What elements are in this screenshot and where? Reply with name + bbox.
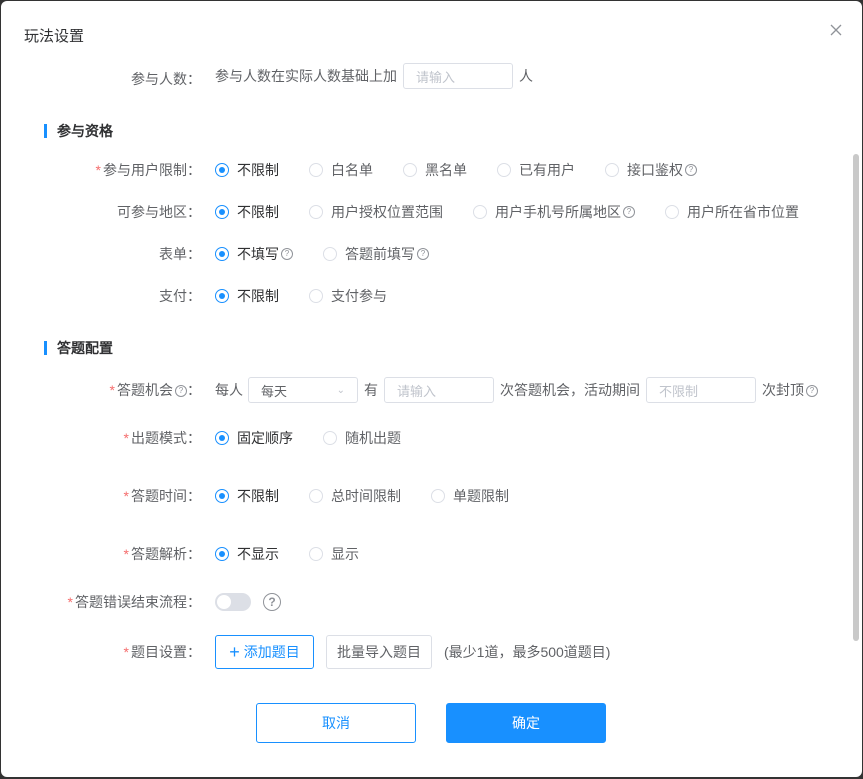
dialog-title: 玩法设置 [24,28,85,45]
question-circle-icon[interactable]: ? [685,164,697,176]
questions-hint: (最少1道，最多500道题目) [444,644,611,660]
radio-existing-users[interactable]: 已有用户 [497,160,575,180]
chevron-down-icon: ⌄ [336,384,345,396]
participant-count-label: 参与人数： [131,71,201,87]
question-circle-icon[interactable]: ? [263,593,281,611]
user-limit-row: * 参与用户限制： 不限制 白名单 黑名单 已有用户 接口鉴权? [1,156,851,184]
chances-prefix: 每人 [215,382,243,398]
radio-payment-unlimited[interactable]: 不限制 [215,286,279,306]
radio-blacklist[interactable]: 黑名单 [403,160,467,180]
questions-label: * 题目设置： [123,644,201,660]
section-title: 答题配置 [57,340,113,356]
radio-time-unlimited[interactable]: 不限制 [215,486,279,506]
bulk-import-button[interactable]: 批量导入题目 [326,635,432,669]
chances-cap-input[interactable]: 不限制 [646,377,756,403]
period-select[interactable]: 每天 ⌄ [248,377,358,403]
radio-analysis-hide[interactable]: 不显示 [215,544,279,564]
participant-count-text: 参与人数在实际人数基础上加 [215,68,397,84]
radio-mode-random[interactable]: 随机出题 [323,428,401,448]
dialog-body[interactable]: 参与人数： 参与人数在实际人数基础上加 请输入 人 参与资格 * 参与用户限制： … [1,63,862,681]
user-limit-label: * 参与用户限制： [95,162,201,178]
radio-time-total[interactable]: 总时间限制 [309,486,401,506]
close-icon[interactable] [828,22,844,38]
question-circle-icon[interactable]: ? [806,385,818,398]
radio-form-before[interactable]: 答题前填写? [323,244,429,264]
chances-cap-suffix: 次封顶? [762,380,818,400]
analysis-label: * 答题解析： [123,546,201,562]
form-row: 表单： 不填写? 答题前填写? [1,240,851,268]
time-label: * 答题时间： [123,488,201,504]
participant-count-input[interactable]: 请输入 [403,63,513,89]
chances-count-input[interactable]: 请输入 [384,377,494,403]
wrong-end-label: * 答题错误结束流程： [67,594,201,610]
radio-analysis-show[interactable]: 显示 [309,544,359,564]
questions-row: * 题目设置： + 添加题目 批量导入题目 (最少1道，最多500道题目) [1,635,851,669]
question-circle-icon[interactable]: ? [281,248,293,260]
chances-label: * 答题机会?： [109,382,201,398]
chances-row: * 答题机会?： 每人 每天 ⌄ 有 请输入 次答题机会，活动期间 不限制 次封顶? [1,376,851,404]
question-circle-icon[interactable]: ? [417,248,429,260]
mode-label: * 出题模式： [123,430,201,446]
payment-row: 支付： 不限制 支付参与 [1,282,851,310]
radio-region-auth-location[interactable]: 用户授权位置范围 [309,202,443,222]
confirm-button[interactable]: 确定 [446,703,606,743]
wrong-end-row: * 答题错误结束流程： ? [1,588,851,616]
section-title: 参与资格 [57,123,113,139]
radio-time-single[interactable]: 单题限制 [431,486,509,506]
radio-region-phone[interactable]: 用户手机号所属地区? [473,202,635,222]
time-row: * 答题时间： 不限制 总时间限制 单题限制 [1,482,851,510]
section-quiz: 答题配置 [44,340,113,356]
cancel-button[interactable]: 取消 [256,703,416,743]
radio-unlimited[interactable]: 不限制 [215,160,279,180]
analysis-row: * 答题解析： 不显示 显示 [1,540,851,568]
question-circle-icon[interactable]: ? [623,206,635,218]
add-question-button[interactable]: + 添加题目 [215,635,314,669]
participant-count-unit: 人 [519,68,533,84]
radio-region-province[interactable]: 用户所在省市位置 [665,202,799,222]
region-row: 可参与地区： 不限制 用户授权位置范围 用户手机号所属地区? 用户所在省市位置 [1,198,851,226]
mode-row: * 出题模式： 固定顺序 随机出题 [1,424,851,452]
radio-api-auth[interactable]: 接口鉴权? [605,160,697,180]
payment-label: 支付： [159,288,201,304]
play-settings-dialog: 玩法设置 参与人数： 参与人数在实际人数基础上加 请输入 人 参与资格 * 参与用… [1,1,862,777]
form-label: 表单： [159,246,201,262]
radio-region-unlimited[interactable]: 不限制 [215,202,279,222]
chances-mid: 有 [364,382,378,398]
plus-icon: + [229,642,240,662]
radio-payment-pay[interactable]: 支付参与 [309,286,387,306]
question-circle-icon[interactable]: ? [175,385,187,398]
scrollbar[interactable] [853,154,859,641]
region-label: 可参与地区： [117,204,201,220]
radio-whitelist[interactable]: 白名单 [309,160,373,180]
section-eligibility: 参与资格 [44,123,113,139]
radio-form-none[interactable]: 不填写? [215,244,293,264]
chances-suffix: 次答题机会，活动期间 [500,382,640,398]
radio-mode-fixed[interactable]: 固定顺序 [215,428,293,448]
wrong-end-switch[interactable] [215,593,251,611]
participant-count-row: 参与人数： 参与人数在实际人数基础上加 请输入 人 [1,63,851,91]
dialog-footer: 取消 确定 [1,703,862,743]
